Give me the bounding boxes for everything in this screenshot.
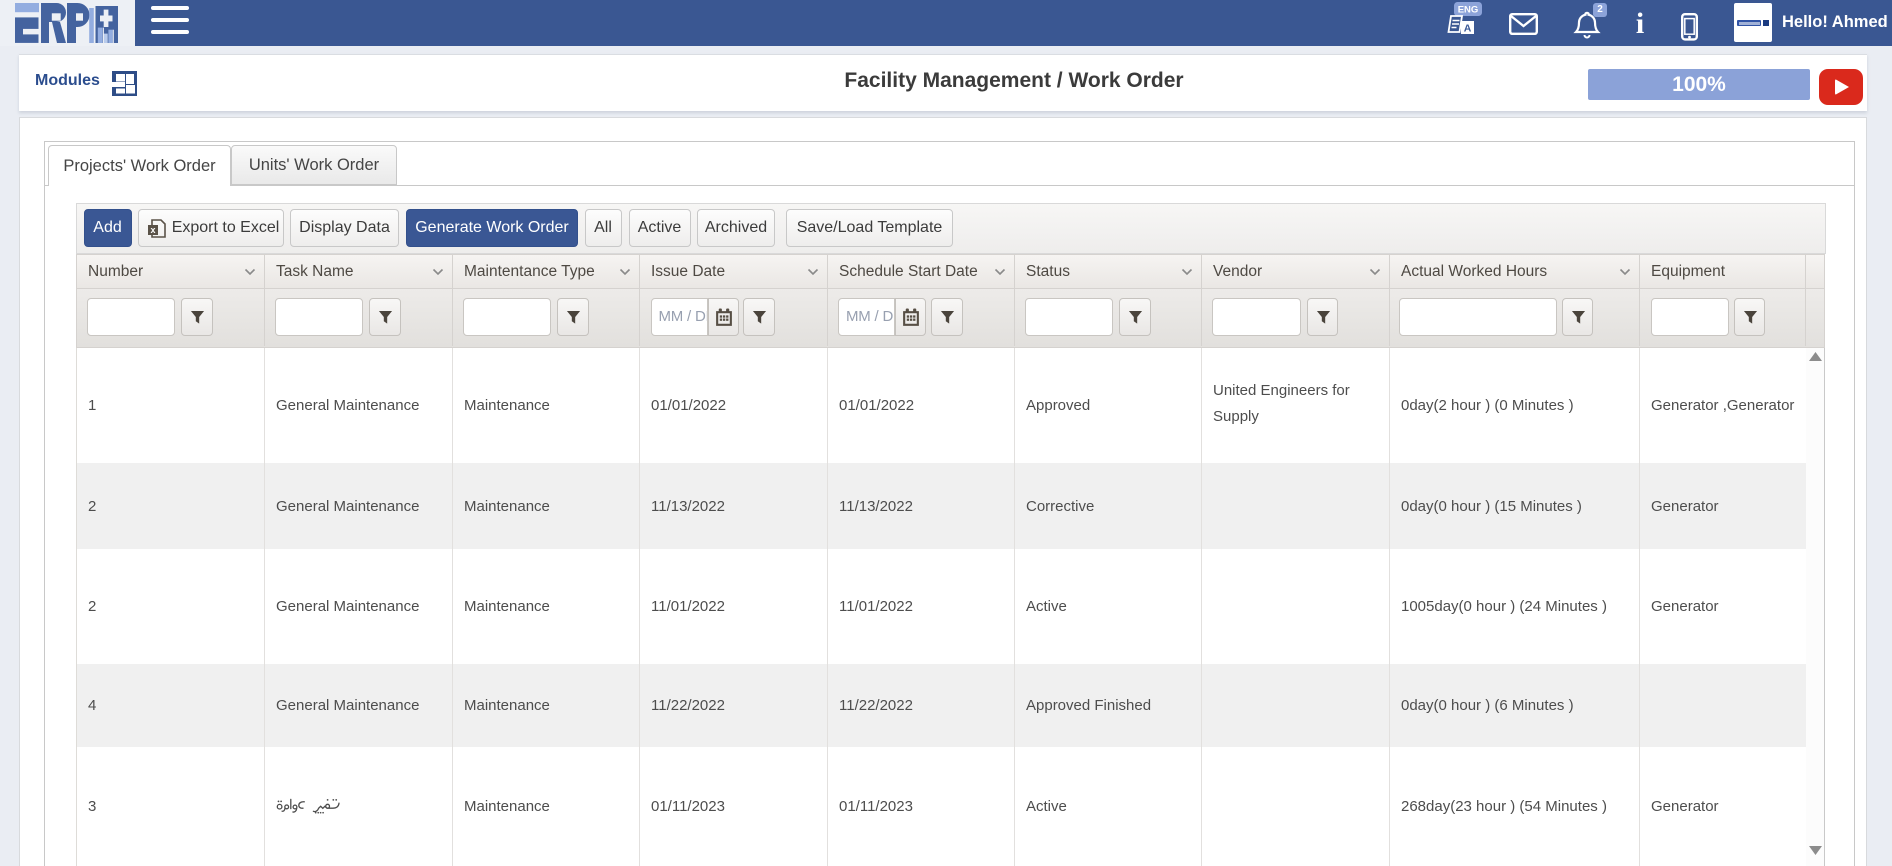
svg-text:ENG: ENG [1458, 5, 1479, 16]
svg-text:A: A [1464, 23, 1472, 35]
svg-text:x: x [150, 225, 155, 235]
